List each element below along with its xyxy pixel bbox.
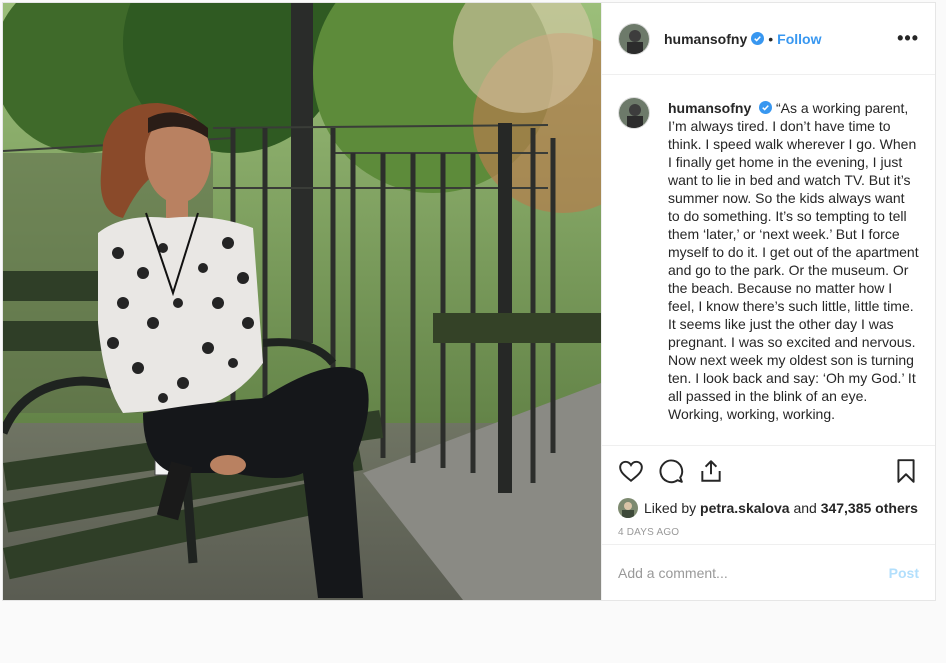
liked-by-user[interactable]: petra.skalova bbox=[700, 500, 790, 516]
comment-input[interactable] bbox=[618, 564, 889, 581]
post-photo[interactable] bbox=[3, 3, 601, 600]
post-header: humansofny • Follow ••• bbox=[602, 3, 935, 76]
post-timestamp[interactable]: 4 DAYS AGO bbox=[602, 519, 935, 545]
post-caption: humansofny “As a working parent, I’m alw… bbox=[668, 99, 919, 445]
park-bench-photo bbox=[3, 3, 601, 600]
post-comment-button[interactable]: Post bbox=[889, 565, 919, 581]
likes-summary: Liked by petra.skalova and 347,385 other… bbox=[602, 497, 935, 519]
separator-dot: • bbox=[768, 30, 774, 47]
liker-avatar[interactable] bbox=[618, 497, 638, 518]
caption-avatar[interactable] bbox=[618, 97, 650, 130]
comment-bubble-icon[interactable] bbox=[658, 458, 684, 484]
username[interactable]: humansofny bbox=[664, 31, 747, 47]
comment-form: Post bbox=[602, 544, 935, 600]
liker-avatar-image bbox=[618, 497, 638, 518]
avatar[interactable] bbox=[618, 22, 650, 55]
action-bar bbox=[602, 445, 935, 497]
more-options-icon[interactable]: ••• bbox=[897, 28, 919, 49]
caption-username[interactable]: humansofny bbox=[668, 100, 751, 116]
bookmark-icon[interactable] bbox=[893, 458, 919, 484]
caption-area: humansofny “As a working parent, I’m alw… bbox=[602, 75, 935, 445]
caption-text: “As a working parent, I’m always tired. … bbox=[668, 100, 919, 423]
instagram-post: humansofny • Follow ••• humansofny “As a… bbox=[2, 2, 936, 601]
follow-button[interactable]: Follow bbox=[777, 31, 821, 47]
likes-count[interactable]: 347,385 others bbox=[821, 500, 918, 516]
post-sidebar: humansofny • Follow ••• humansofny “As a… bbox=[601, 3, 935, 600]
avatar-image bbox=[619, 98, 649, 129]
liked-by-prefix: Liked by bbox=[644, 499, 697, 516]
heart-icon[interactable] bbox=[618, 458, 644, 484]
verified-badge-icon bbox=[759, 101, 773, 115]
verified-badge-icon bbox=[751, 32, 765, 46]
share-icon[interactable] bbox=[698, 458, 724, 484]
avatar-image bbox=[619, 23, 649, 54]
liked-by-middle: and bbox=[793, 499, 817, 516]
